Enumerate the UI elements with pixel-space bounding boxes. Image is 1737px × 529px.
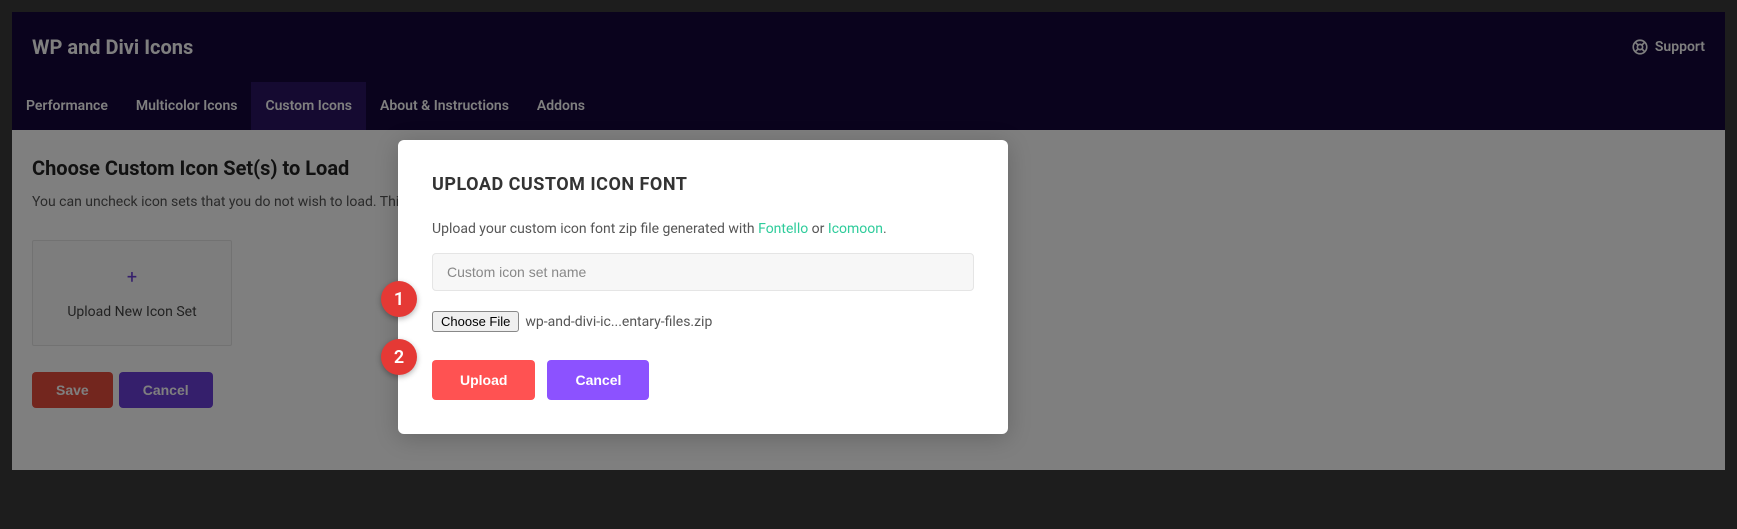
icomoon-link[interactable]: Icomoon bbox=[828, 221, 883, 237]
annotation-badge-1: 1 bbox=[381, 281, 417, 317]
icon-set-name-input[interactable] bbox=[432, 253, 974, 291]
selected-file-name: wp-and-divi-ic...entary-files.zip bbox=[525, 314, 712, 330]
choose-file-button[interactable]: Choose File bbox=[432, 311, 519, 332]
file-row: Choose File wp-and-divi-ic...entary-file… bbox=[432, 311, 974, 332]
modal-title: UPLOAD CUSTOM ICON FONT bbox=[432, 174, 974, 195]
modal-buttons: Upload Cancel bbox=[432, 360, 974, 400]
fontello-link[interactable]: Fontello bbox=[758, 221, 808, 237]
upload-button[interactable]: Upload bbox=[432, 360, 535, 400]
modal-cancel-button[interactable]: Cancel bbox=[547, 360, 649, 400]
upload-modal: UPLOAD CUSTOM ICON FONT Upload your cust… bbox=[398, 140, 1008, 434]
modal-desc-prefix: Upload your custom icon font zip file ge… bbox=[432, 221, 758, 237]
modal-desc-or: or bbox=[808, 221, 828, 237]
modal-desc-suffix: . bbox=[883, 221, 887, 237]
modal-desc: Upload your custom icon font zip file ge… bbox=[432, 221, 974, 237]
annotation-badge-2: 2 bbox=[381, 339, 417, 375]
